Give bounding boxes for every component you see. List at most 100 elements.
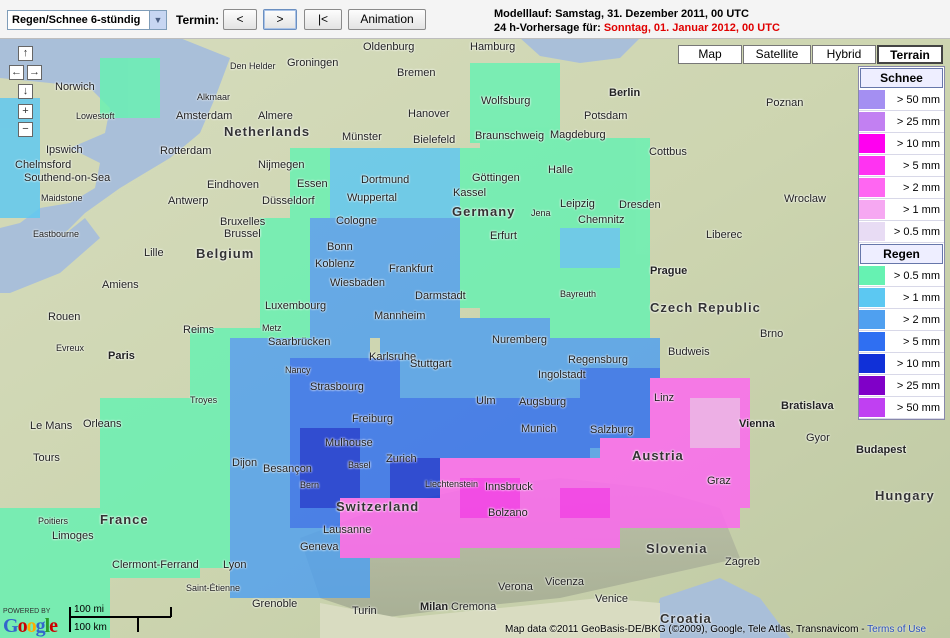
map-label-city: Budweis xyxy=(668,346,710,358)
map-label-city: Eastbourne xyxy=(33,229,80,239)
map-type-map-button[interactable]: Map xyxy=(678,45,742,64)
map-label-city: Rotterdam xyxy=(160,145,212,157)
map-label-city: Münster xyxy=(342,131,382,143)
legend-row: > 5 mm xyxy=(859,155,944,177)
map-label-city: Groningen xyxy=(287,57,339,69)
map-label-city: Bolzano xyxy=(488,507,528,519)
legend-label: > 2 mm xyxy=(903,181,940,194)
map-label-city: Wolfsburg xyxy=(481,95,531,107)
map-label-city: Chelmsford xyxy=(15,159,72,171)
map-label-city: Nancy xyxy=(285,365,311,375)
legend-swatch xyxy=(859,288,885,307)
legend-swatch xyxy=(859,112,885,131)
map-label-city: Braunschweig xyxy=(475,130,545,142)
product-select-value: Regen/Schnee 6-stündig xyxy=(12,14,141,26)
legend-row: > 1 mm xyxy=(859,199,944,221)
product-select[interactable]: Regen/Schnee 6-stündig ▼ xyxy=(7,10,167,30)
legend-label: > 10 mm xyxy=(896,357,940,370)
map-label-city: Clermont-Ferrand xyxy=(112,559,199,571)
map-label-city: Besançon xyxy=(263,463,312,475)
map-type-hybrid-button[interactable]: Hybrid xyxy=(812,45,876,64)
map-label-city: Augsburg xyxy=(519,396,567,408)
map-label-city: Cottbus xyxy=(649,146,687,158)
map-label-city: Dortmund xyxy=(361,174,410,186)
map-label-city: Nuremberg xyxy=(492,334,548,346)
map-label-france: France xyxy=(100,512,149,527)
map-label-austria: Austria xyxy=(632,448,684,463)
pan-up-icon[interactable]: ↑ xyxy=(18,46,33,61)
map-label-city: Munich xyxy=(521,423,557,435)
termin-label: Termin: xyxy=(176,13,220,27)
next-button[interactable]: > xyxy=(263,9,297,30)
forecast-date: Sonntag, 01. Januar 2012, 00 UTC xyxy=(603,22,780,34)
map-type-terrain-button[interactable]: Terrain xyxy=(877,45,943,64)
legend-swatch xyxy=(859,398,885,417)
prev-button[interactable]: < xyxy=(223,9,257,30)
first-button[interactable]: |< xyxy=(304,9,342,30)
legend-row: > 0.5 mm xyxy=(859,221,944,243)
legend-rain-list: > 0.5 mm > 1 mm > 2 mm > 5 mm > 10 mm > 25 mm… xyxy=(859,265,944,419)
legend-swatch xyxy=(859,266,885,285)
pan-left-icon[interactable]: ← xyxy=(9,65,24,80)
map-label-city: Norwich xyxy=(55,81,95,93)
map-label-city: Grenoble xyxy=(252,598,298,610)
map-label-city: Maidstone xyxy=(41,193,83,203)
map-type-satellite-button[interactable]: Satellite xyxy=(743,45,811,64)
map-label-city: Orleans xyxy=(83,418,122,430)
map-label-city: Gyor xyxy=(806,432,830,444)
map-label-slovenia: Slovenia xyxy=(646,541,708,556)
legend-snow-list: > 50 mm > 25 mm > 10 mm > 5 mm > 2 mm > 1 mm >… xyxy=(859,89,944,243)
map-label-city: Basel xyxy=(348,460,371,470)
google-logo[interactable]: POWERED BY Google xyxy=(3,608,58,638)
map-label-city: Jena xyxy=(531,208,551,218)
legend-snow-title: Schnee xyxy=(860,68,943,88)
map-label-city: Zurich xyxy=(386,453,417,465)
zoom-in-icon[interactable]: + xyxy=(18,104,33,119)
pan-right-icon[interactable]: → xyxy=(27,65,42,80)
terms-of-use-link[interactable]: Terms of Use xyxy=(867,624,926,635)
map-label-city: Düsseldorf xyxy=(262,195,315,207)
map-label-city: Metz xyxy=(262,323,282,333)
legend-label: > 50 mm xyxy=(896,401,940,414)
zoom-out-icon[interactable]: − xyxy=(18,122,33,137)
legend-swatch xyxy=(859,90,885,109)
map-label-city: Freiburg xyxy=(352,413,393,425)
map-label-netherlands: Netherlands xyxy=(224,124,311,139)
map-label-city: Lyon xyxy=(223,559,247,571)
legend-row: > 10 mm xyxy=(859,133,944,155)
map-label-city: Dresden xyxy=(619,199,661,211)
map-label-city: Rouen xyxy=(48,311,81,323)
map-label-city: Milan xyxy=(420,601,449,613)
map-label-city: Koblenz xyxy=(315,258,355,270)
legend-label: > 1 mm xyxy=(903,203,940,216)
toolbar: Regen/Schnee 6-stündig ▼ Termin: < > |< … xyxy=(0,0,950,39)
google-wordmark: Google xyxy=(3,615,58,637)
chevron-down-icon[interactable]: ▼ xyxy=(149,11,166,29)
map-label-city: Mannheim xyxy=(374,310,426,322)
pan-down-icon[interactable]: ↓ xyxy=(18,84,33,99)
legend-row: > 2 mm xyxy=(859,177,944,199)
legend-swatch xyxy=(859,156,885,175)
map-label-city: Bayreuth xyxy=(560,289,597,299)
map-label-city: Vicenza xyxy=(545,576,584,588)
map-label-city: Wiesbaden xyxy=(330,277,386,289)
map-label-city: Lille xyxy=(144,247,164,259)
legend-swatch xyxy=(859,354,885,373)
map-label-city: Ipswich xyxy=(46,144,83,156)
map-label-city: Stuttgart xyxy=(410,358,452,370)
map-label-city: Budapest xyxy=(856,444,907,456)
legend-swatch xyxy=(859,178,885,197)
map-label-city: Geneva xyxy=(300,541,339,553)
animation-button[interactable]: Animation xyxy=(348,9,426,30)
map-label-city: Cologne xyxy=(336,215,377,227)
map-label-hungary: Hungary xyxy=(875,488,935,503)
legend-swatch xyxy=(859,376,885,395)
map-label-czech-republic: Czech Republic xyxy=(650,300,761,315)
legend-swatch xyxy=(859,310,885,329)
map-canvas[interactable]: Netherlands Belgium Germany Czech Republ… xyxy=(0,38,950,638)
map-label-city: Leipzig xyxy=(560,198,595,210)
map-label-city: Bruxelles xyxy=(220,216,266,228)
scale-bar: 100 mi 100 km xyxy=(68,604,173,634)
map-label-city: Innsbruck xyxy=(485,481,533,493)
map-terrain xyxy=(0,38,950,638)
